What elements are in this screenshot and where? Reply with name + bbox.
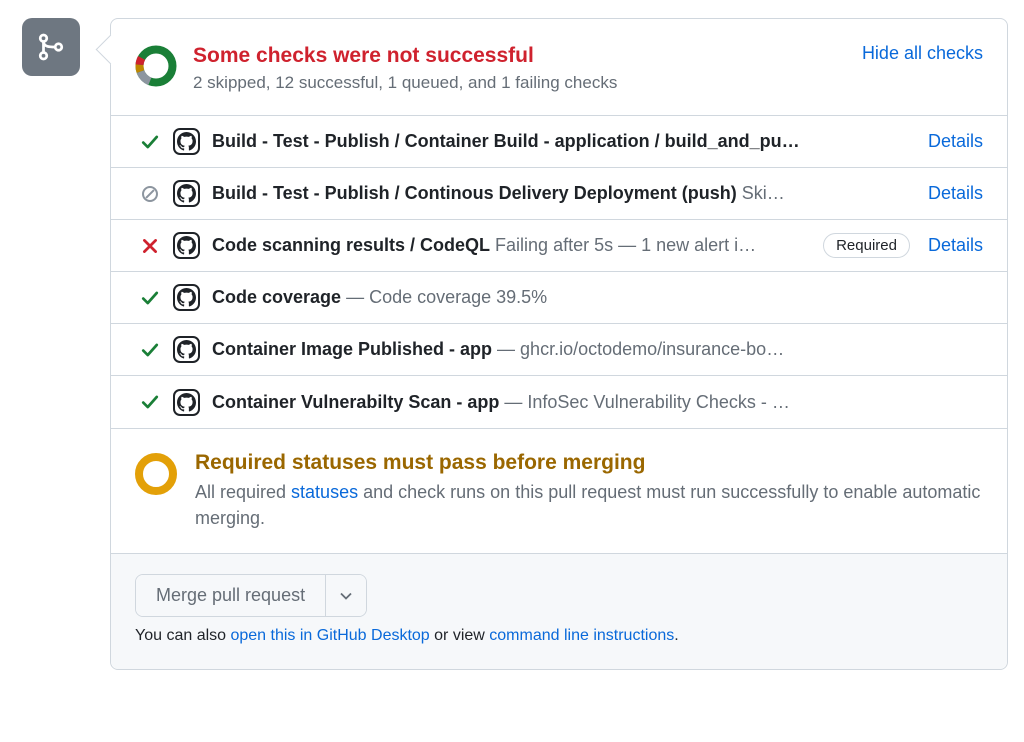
required-pill: Required (823, 233, 910, 258)
checks-summary-title: Some checks were not successful (193, 43, 848, 69)
chevron-down-icon (340, 592, 352, 600)
check-meta: — Code coverage 39.5% (341, 287, 547, 307)
required-statuses-title: Required statuses must pass before mergi… (195, 451, 983, 475)
github-avatar-icon (173, 128, 200, 155)
check-details-link[interactable]: Details (928, 183, 983, 204)
success-check-icon (139, 133, 161, 151)
command-line-link[interactable]: command line instructions (489, 627, 674, 644)
merge-footer-note: You can also open this in GitHub Desktop… (135, 627, 983, 645)
check-meta: — ghcr.io/octodemo/insurance-bo… (492, 339, 784, 359)
check-text: Container Image Published - app — ghcr.i… (212, 339, 983, 360)
check-name: Build - Test - Publish / Container Build… (212, 131, 800, 151)
required-statuses-pre: All required (195, 482, 291, 502)
hide-all-checks-link[interactable]: Hide all checks (862, 43, 983, 64)
merge-button-group: Merge pull request (135, 574, 367, 617)
git-merge-icon (36, 32, 66, 62)
check-meta: Ski… (737, 183, 785, 203)
check-row: Container Vulnerabilty Scan - app — Info… (111, 376, 1007, 428)
merge-options-dropdown[interactable] (326, 575, 366, 616)
footer-note-pre: You can also (135, 627, 230, 644)
checks-panel: Some checks were not successful 2 skippe… (110, 18, 1008, 670)
skipped-icon (139, 185, 161, 203)
check-meta: Failing after 5s — 1 new alert i… (490, 235, 756, 255)
checks-list: Build - Test - Publish / Container Build… (111, 115, 1007, 428)
statuses-link[interactable]: statuses (291, 482, 358, 502)
fail-x-icon (139, 237, 161, 255)
check-meta: — InfoSec Vulnerability Checks - … (499, 392, 789, 412)
check-text: Code coverage — Code coverage 39.5% (212, 287, 983, 308)
checks-donut-icon (135, 45, 177, 87)
github-avatar-icon (173, 180, 200, 207)
check-row: Build - Test - Publish / Container Build… (111, 116, 1007, 168)
check-name: Code scanning results / CodeQL (212, 235, 490, 255)
github-avatar-icon (173, 336, 200, 363)
check-name: Code coverage (212, 287, 341, 307)
check-name: Container Vulnerabilty Scan - app (212, 392, 499, 412)
checks-summary-subtitle: 2 skipped, 12 successful, 1 queued, and … (193, 73, 848, 93)
github-avatar-icon (173, 389, 200, 416)
merge-pull-request-button[interactable]: Merge pull request (136, 575, 326, 616)
footer-note-mid: or view (430, 627, 490, 644)
check-name: Build - Test - Publish / Continous Deliv… (212, 183, 737, 203)
check-text: Build - Test - Publish / Container Build… (212, 131, 910, 152)
check-text: Build - Test - Publish / Continous Deliv… (212, 183, 910, 204)
check-text: Container Vulnerabilty Scan - app — Info… (212, 392, 983, 413)
check-row: Container Image Published - app — ghcr.i… (111, 324, 1007, 376)
checks-summary-header: Some checks were not successful 2 skippe… (111, 19, 1007, 115)
merge-status-badge (22, 18, 80, 76)
github-avatar-icon (173, 284, 200, 311)
open-in-desktop-link[interactable]: open this in GitHub Desktop (230, 627, 429, 644)
footer-note-post: . (674, 627, 678, 644)
github-avatar-icon (173, 232, 200, 259)
check-row: Code scanning results / CodeQL Failing a… (111, 220, 1007, 272)
check-details-link[interactable]: Details (928, 131, 983, 152)
check-details-link[interactable]: Details (928, 235, 983, 256)
required-statuses-section: Required statuses must pass before mergi… (111, 428, 1007, 553)
pending-ring-icon (135, 453, 177, 495)
check-name: Container Image Published - app (212, 339, 492, 359)
check-row: Build - Test - Publish / Continous Deliv… (111, 168, 1007, 220)
check-text: Code scanning results / CodeQL Failing a… (212, 235, 813, 256)
required-statuses-body: All required statuses and check runs on … (195, 479, 983, 531)
success-check-icon (139, 289, 161, 307)
success-check-icon (139, 341, 161, 359)
check-row: Code coverage — Code coverage 39.5% (111, 272, 1007, 324)
success-check-icon (139, 393, 161, 411)
merge-footer: Merge pull request You can also open thi… (111, 553, 1007, 669)
